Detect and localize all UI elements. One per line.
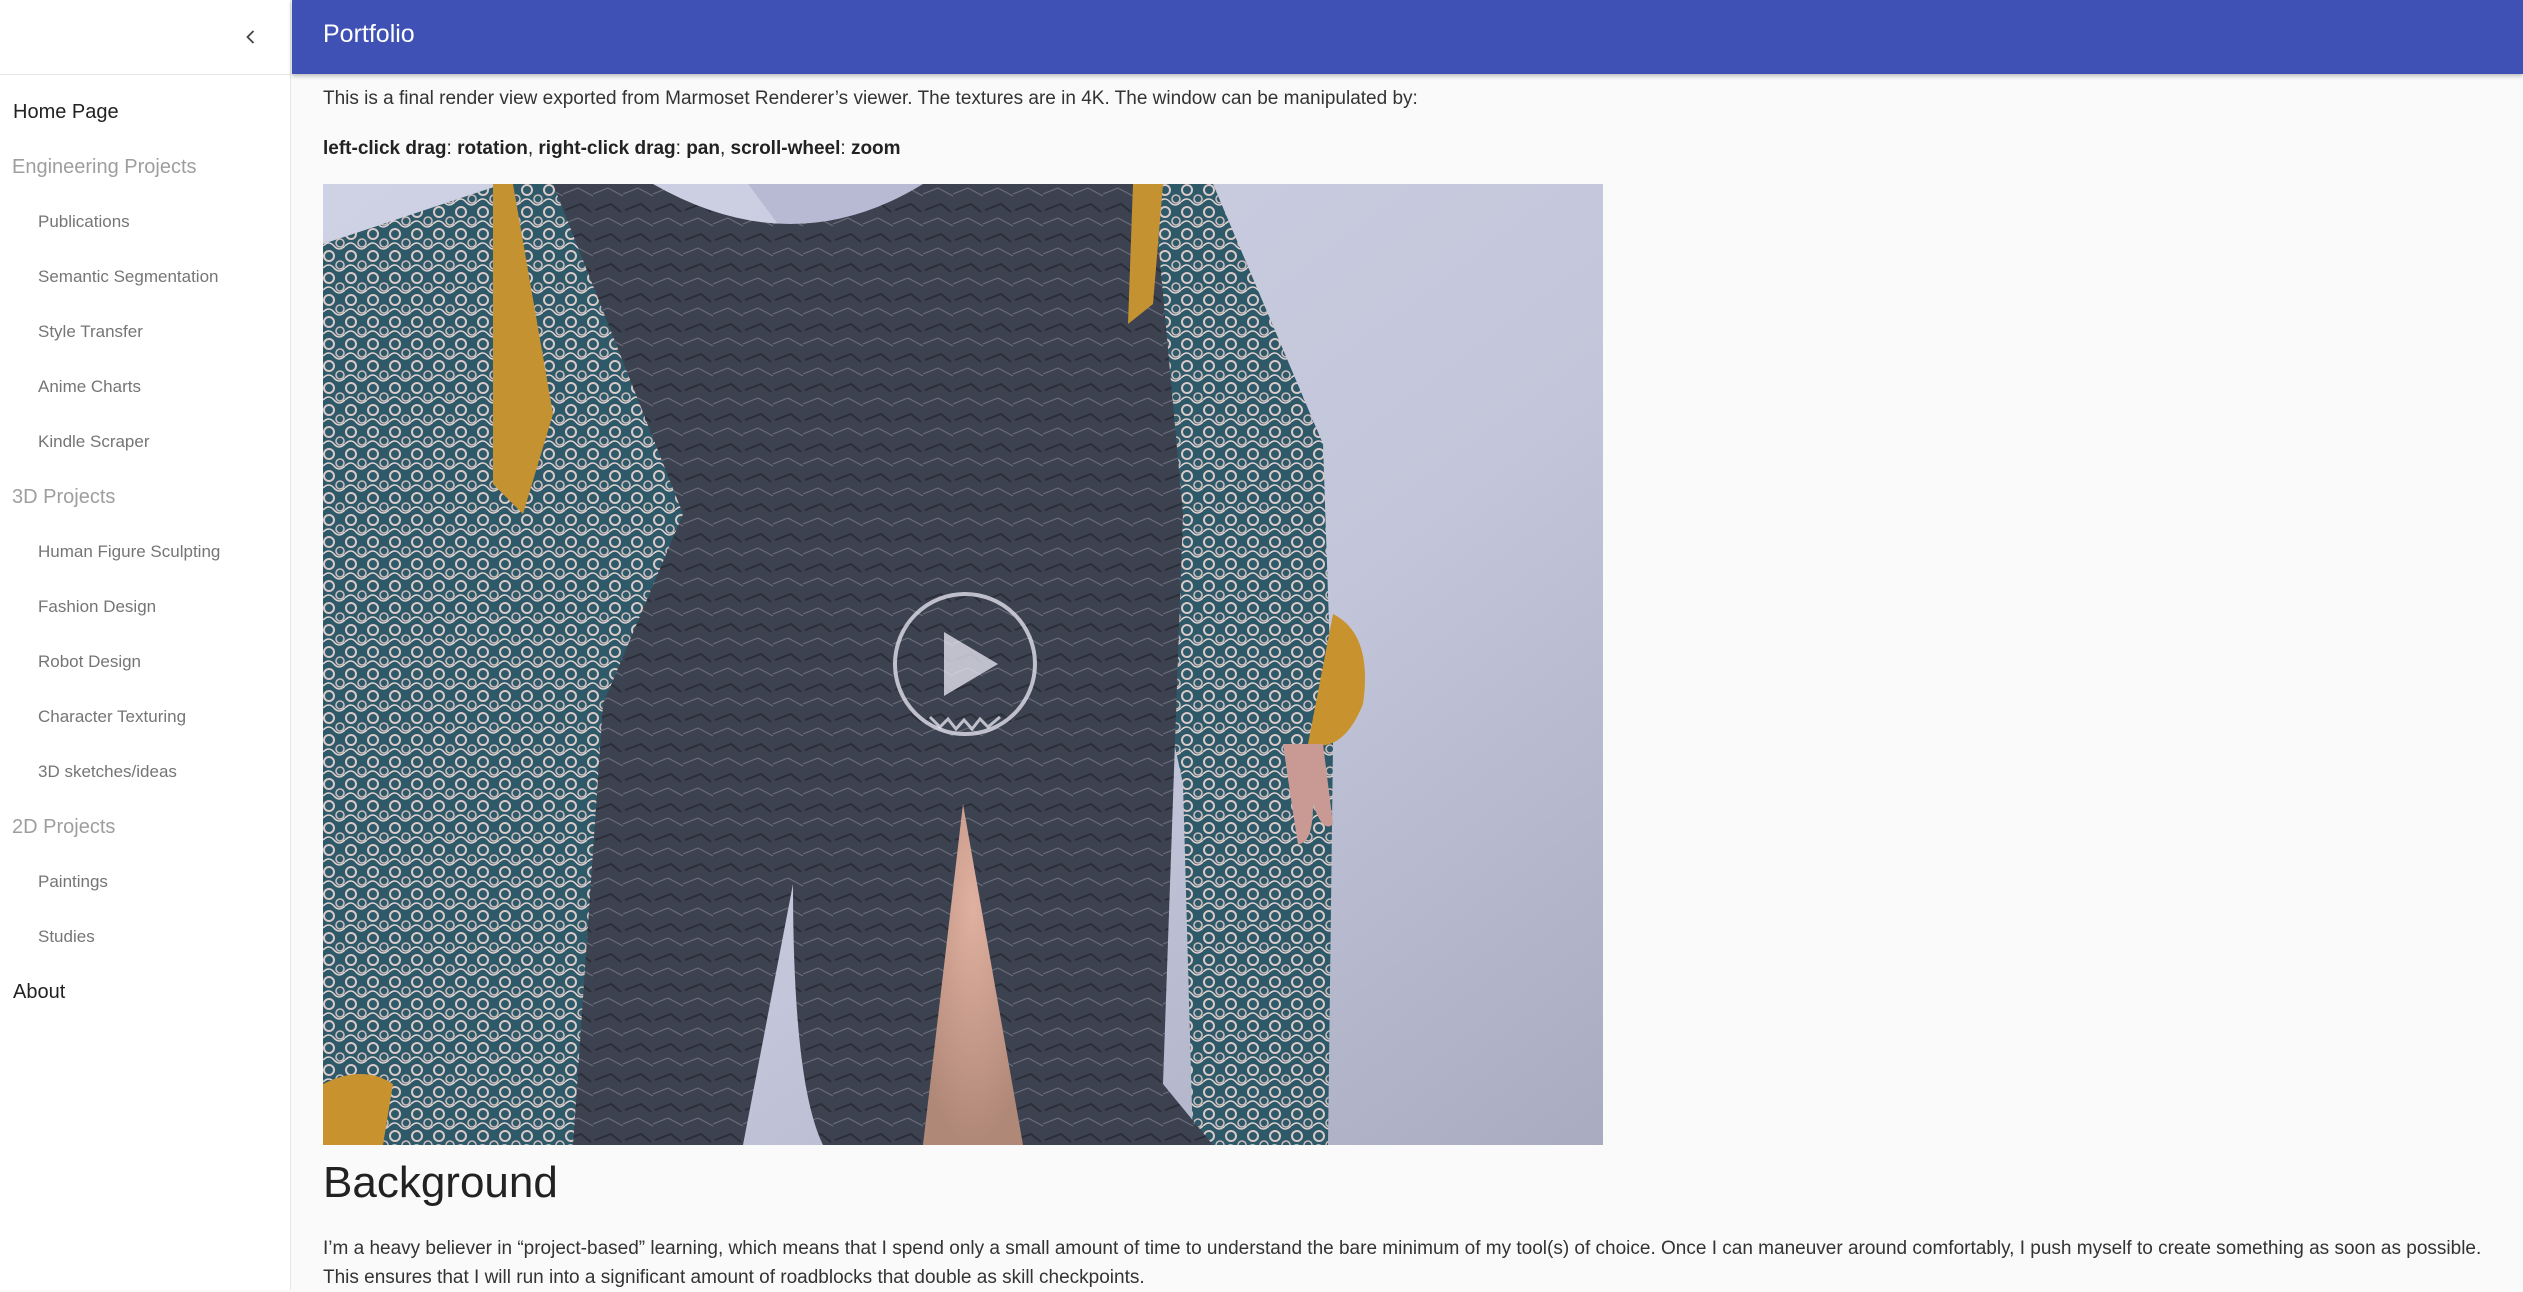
sidebar-item-home-page[interactable]: Home Page <box>13 101 119 124</box>
chevron-left-icon <box>246 30 255 44</box>
sidebar-item-style-transfer[interactable]: Style Transfer <box>38 322 143 342</box>
sidebar: Home Page Engineering Projects Publicati… <box>0 0 291 1290</box>
sidebar-item-semantic-segmentation[interactable]: Semantic Segmentation <box>38 267 219 287</box>
sidebar-item-character-texturing[interactable]: Character Texturing <box>38 707 186 727</box>
sidebar-item-kindle-scraper[interactable]: Kindle Scraper <box>38 432 150 452</box>
sidebar-item-studies[interactable]: Studies <box>38 927 95 947</box>
collapse-sidebar-button[interactable] <box>236 22 266 52</box>
control-scroll: scroll-wheel <box>730 138 841 159</box>
sidebar-item-about[interactable]: About <box>13 981 65 1004</box>
play-icon[interactable] <box>890 592 1040 742</box>
sidebar-item-human-figure-sculpting[interactable]: Human Figure Sculpting <box>38 542 220 562</box>
control-zoom: zoom <box>850 138 901 159</box>
sidebar-section-3d-projects: 3D Projects <box>12 486 116 508</box>
sidebar-section-2d-projects: 2D Projects <box>12 816 116 838</box>
3d-render-viewer[interactable] <box>323 184 1603 1145</box>
sidebar-item-paintings[interactable]: Paintings <box>38 872 108 892</box>
control-right-click: right-click drag <box>538 138 676 159</box>
sidebar-item-publications[interactable]: Publications <box>38 212 130 232</box>
background-paragraph: I’m a heavy believer in “project-based” … <box>323 1238 2482 1288</box>
controls-text: left-click drag: rotation, right-click d… <box>323 138 901 159</box>
page-title: Portfolio <box>323 20 415 48</box>
sidebar-item-robot-design[interactable]: Robot Design <box>38 652 141 672</box>
control-pan: pan <box>686 138 720 159</box>
intro-text: This is a final render view exported fro… <box>323 88 1418 109</box>
sidebar-item-anime-charts[interactable]: Anime Charts <box>38 377 141 397</box>
sidebar-section-engineering-projects: Engineering Projects <box>12 156 197 178</box>
control-left-click: left-click drag <box>323 138 447 159</box>
sidebar-item-3d-sketches-ideas[interactable]: 3D sketches/ideas <box>38 762 177 782</box>
app-header: Portfolio <box>292 0 2523 74</box>
control-rotation: rotation <box>457 138 528 159</box>
background-heading: Background <box>323 1158 558 1207</box>
sidebar-item-fashion-design[interactable]: Fashion Design <box>38 597 156 617</box>
sidebar-header <box>0 0 290 75</box>
